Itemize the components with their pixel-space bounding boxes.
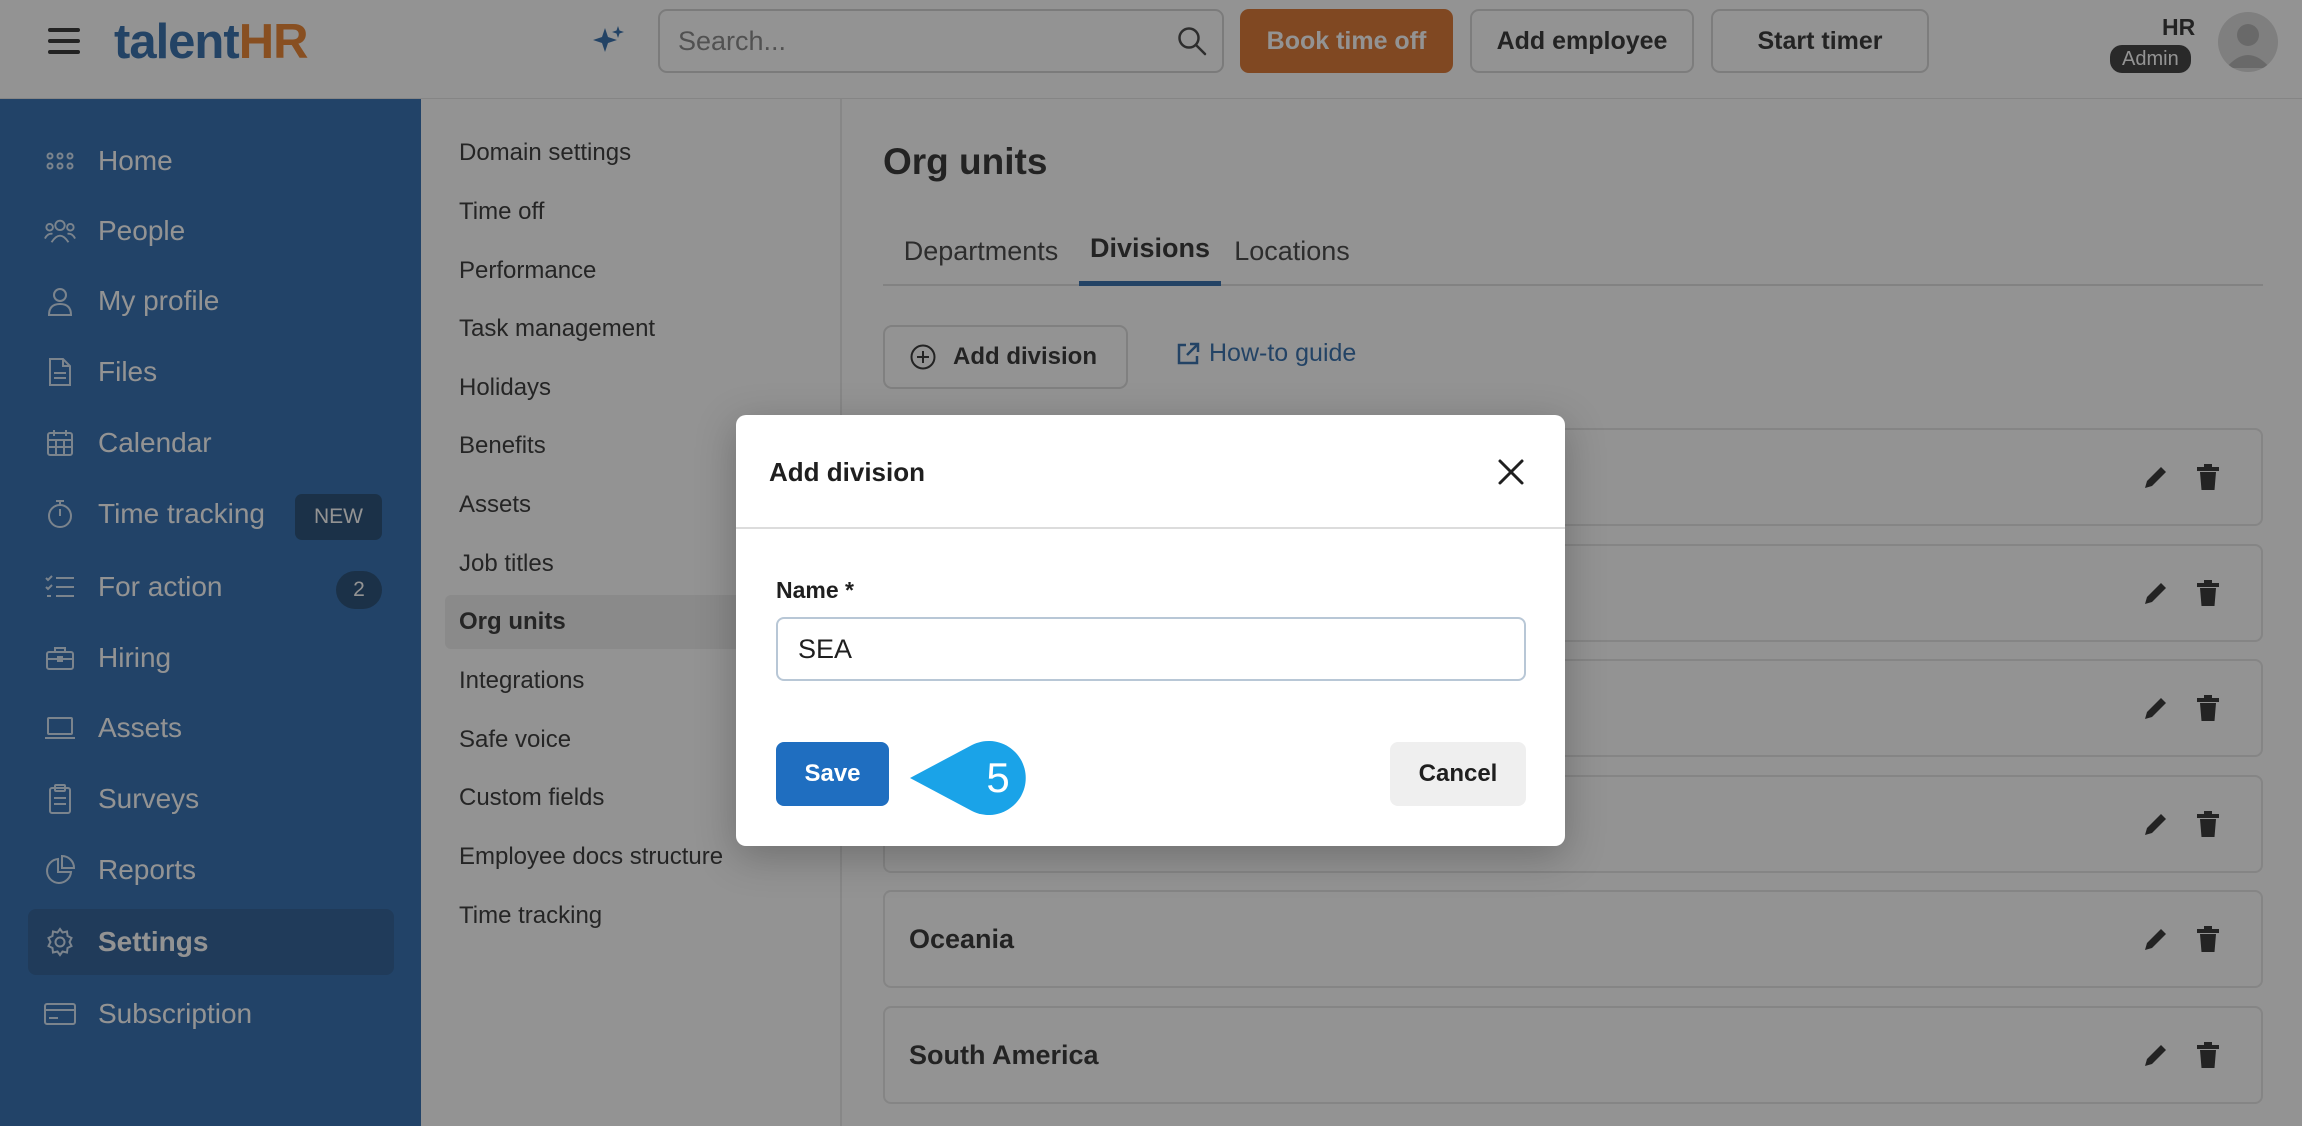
cancel-button[interactable]: Cancel bbox=[1390, 742, 1526, 806]
close-icon[interactable] bbox=[1496, 457, 1526, 487]
save-button[interactable]: Save bbox=[776, 742, 889, 806]
name-field-label: Name * bbox=[776, 577, 854, 603]
dialog-title: Add division bbox=[769, 457, 925, 487]
add-division-dialog: Add division Name * Save Cancel bbox=[736, 415, 1565, 846]
step-number: 5 bbox=[986, 754, 1010, 801]
division-name-input[interactable] bbox=[776, 617, 1526, 681]
dialog-divider bbox=[736, 527, 1565, 529]
